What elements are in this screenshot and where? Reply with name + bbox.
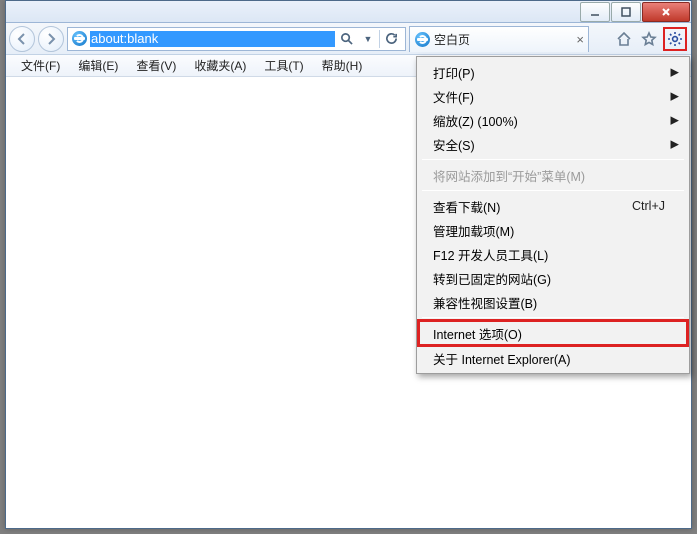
- tools-menu: 打印(P) ▶ 文件(F) ▶ 缩放(Z) (100%) ▶ 安全(S) ▶ 将…: [416, 56, 690, 374]
- menu-tools[interactable]: 工具(T): [255, 55, 312, 76]
- minimize-button[interactable]: [580, 2, 610, 22]
- tools-gear-icon[interactable]: [663, 27, 687, 51]
- hotkey-label: Ctrl+J: [632, 199, 665, 213]
- menuitem-internet-options[interactable]: Internet 选项(O): [419, 321, 687, 345]
- search-icon[interactable]: [335, 28, 357, 50]
- dropdown-arrow-icon[interactable]: ▼: [357, 28, 379, 50]
- ie-favicon-icon: [414, 31, 430, 47]
- close-button[interactable]: [642, 2, 690, 22]
- menuitem-about[interactable]: 关于 Internet Explorer(A): [419, 346, 687, 370]
- chevron-right-icon: ▶: [671, 114, 679, 127]
- menuitem-zoom[interactable]: 缩放(Z) (100%) ▶: [419, 108, 687, 132]
- favorites-icon[interactable]: [638, 28, 660, 50]
- menu-favorites[interactable]: 收藏夹(A): [185, 55, 255, 76]
- separator: [422, 159, 684, 160]
- menu-edit[interactable]: 编辑(E): [69, 55, 127, 76]
- chevron-right-icon: ▶: [671, 66, 679, 79]
- menu-view[interactable]: 查看(V): [127, 55, 185, 76]
- menu-file[interactable]: 文件(F): [12, 55, 69, 76]
- menuitem-file[interactable]: 文件(F) ▶: [419, 84, 687, 108]
- menuitem-compat[interactable]: 兼容性视图设置(B): [419, 290, 687, 314]
- menuitem-safety[interactable]: 安全(S) ▶: [419, 132, 687, 156]
- menuitem-print[interactable]: 打印(P) ▶: [419, 60, 687, 84]
- menuitem-addons[interactable]: 管理加载项(M): [419, 218, 687, 242]
- address-url[interactable]: about:blank: [90, 31, 335, 47]
- menuitem-f12[interactable]: F12 开发人员工具(L): [419, 242, 687, 266]
- menuitem-downloads[interactable]: 查看下载(N) Ctrl+J: [419, 194, 687, 218]
- maximize-button[interactable]: [611, 2, 641, 22]
- back-button[interactable]: [9, 26, 35, 52]
- tab-title: 空白页: [434, 31, 572, 48]
- refresh-icon[interactable]: [380, 28, 402, 50]
- address-bar[interactable]: about:blank ▼: [67, 27, 406, 51]
- chevron-right-icon: ▶: [671, 90, 679, 103]
- tab[interactable]: 空白页 ×: [409, 26, 589, 52]
- navigation-bar: about:blank ▼ 空白页 ×: [6, 23, 691, 55]
- menu-help[interactable]: 帮助(H): [313, 55, 372, 76]
- forward-button[interactable]: [38, 26, 64, 52]
- menuitem-pinned[interactable]: 转到已固定的网站(G): [419, 266, 687, 290]
- tab-close-icon[interactable]: ×: [576, 33, 584, 46]
- home-icon[interactable]: [613, 28, 635, 50]
- titlebar: [6, 1, 691, 23]
- separator: [422, 190, 684, 191]
- chevron-right-icon: ▶: [671, 138, 679, 151]
- ie-favicon-icon: [71, 31, 87, 47]
- menuitem-add-to-start: 将网站添加到“开始”菜单(M): [419, 163, 687, 187]
- separator: [422, 317, 684, 318]
